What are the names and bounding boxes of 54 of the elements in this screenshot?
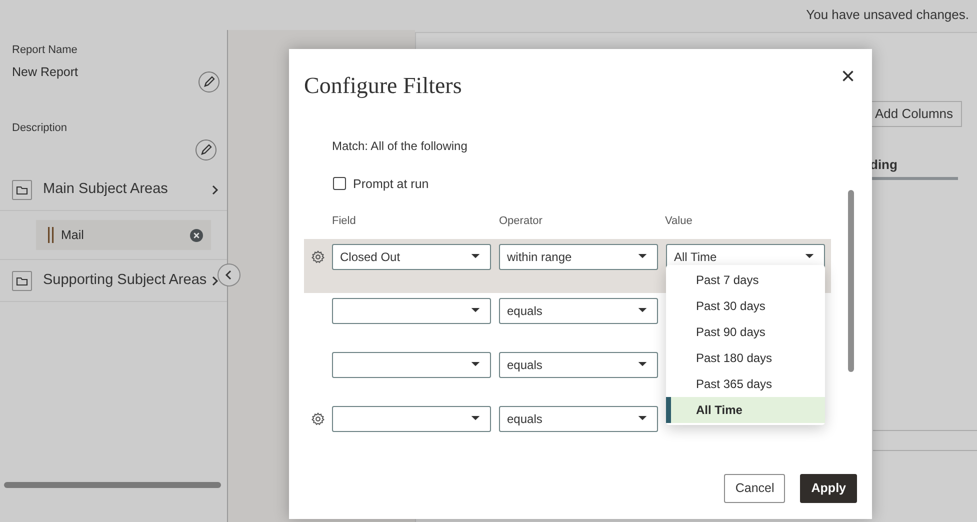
dropdown-caret-icon	[471, 362, 480, 368]
report-name-value: New Report	[12, 64, 78, 81]
section-header[interactable]: Main Subject Areas	[43, 178, 211, 200]
field-label: Report Name	[12, 43, 78, 58]
operator-dropdown[interactable]: within range	[499, 244, 658, 270]
match-text: Match: All of the following	[332, 138, 468, 154]
dropdown-caret-icon	[471, 254, 480, 260]
operator-dropdown[interactable]: equals	[499, 298, 658, 324]
section-header[interactable]: Supporting Subject Areas	[43, 270, 211, 292]
edit-icon[interactable]	[198, 70, 220, 92]
dropdown-option[interactable]: Past 365 days	[666, 371, 825, 397]
settings-icon[interactable]	[311, 412, 325, 426]
subject-area-item[interactable]: Mail	[36, 220, 211, 250]
chevron-right-icon[interactable]	[211, 184, 219, 196]
apply-button[interactable]: Apply	[800, 474, 857, 503]
edit-icon[interactable]	[195, 139, 217, 161]
column-header: Operator	[499, 214, 544, 230]
folder-icon	[12, 180, 32, 200]
operator-dropdown[interactable]: equals	[499, 352, 658, 378]
chevron-right-icon[interactable]	[211, 274, 219, 286]
cancel-button[interactable]: Cancel	[724, 474, 786, 503]
collapse-button[interactable]	[217, 263, 241, 287]
operator-dropdown[interactable]: equals	[499, 406, 658, 432]
field-dropdown[interactable]	[332, 298, 491, 324]
settings-icon[interactable]	[311, 250, 325, 264]
dropdown-caret-icon	[471, 308, 480, 314]
field-dropdown[interactable]	[332, 352, 491, 378]
item-label: Mail	[61, 226, 85, 244]
dropdown-option[interactable]: Past 7 days	[666, 267, 825, 293]
field-dropdown[interactable]	[332, 406, 491, 432]
column-header: Value	[665, 214, 694, 230]
field-dropdown[interactable]: Closed Out	[332, 244, 491, 270]
remove-icon[interactable]	[190, 228, 203, 242]
checkbox[interactable]	[333, 177, 346, 190]
dropdown-caret-icon	[638, 254, 647, 260]
folder-icon	[12, 270, 32, 290]
dropdown-option[interactable]: All Time	[666, 397, 825, 423]
column-header: Field	[332, 214, 357, 230]
close-button[interactable]: ×	[840, 65, 855, 89]
dropdown-option[interactable]: Past 180 days	[666, 345, 825, 371]
dialog-title: Configure Filters	[304, 72, 462, 100]
dropdown-option[interactable]: Past 30 days	[666, 293, 825, 319]
dropdown-caret-icon	[805, 254, 814, 260]
vertical-scrollbar[interactable]	[848, 190, 854, 372]
dropdown-option[interactable]: Past 90 days	[666, 319, 825, 345]
field-label: Description	[12, 120, 68, 136]
checkbox-label: Prompt at run	[353, 176, 429, 193]
unsaved-changes-message: You have unsaved changes.	[806, 6, 969, 24]
dropdown-caret-icon	[471, 416, 480, 422]
dropdown-caret-icon	[638, 362, 647, 368]
horizontal-scrollbar[interactable]	[4, 482, 221, 488]
dropdown-caret-icon	[638, 416, 647, 422]
dropdown-caret-icon	[638, 308, 647, 314]
drag-handle-icon[interactable]	[48, 227, 54, 243]
